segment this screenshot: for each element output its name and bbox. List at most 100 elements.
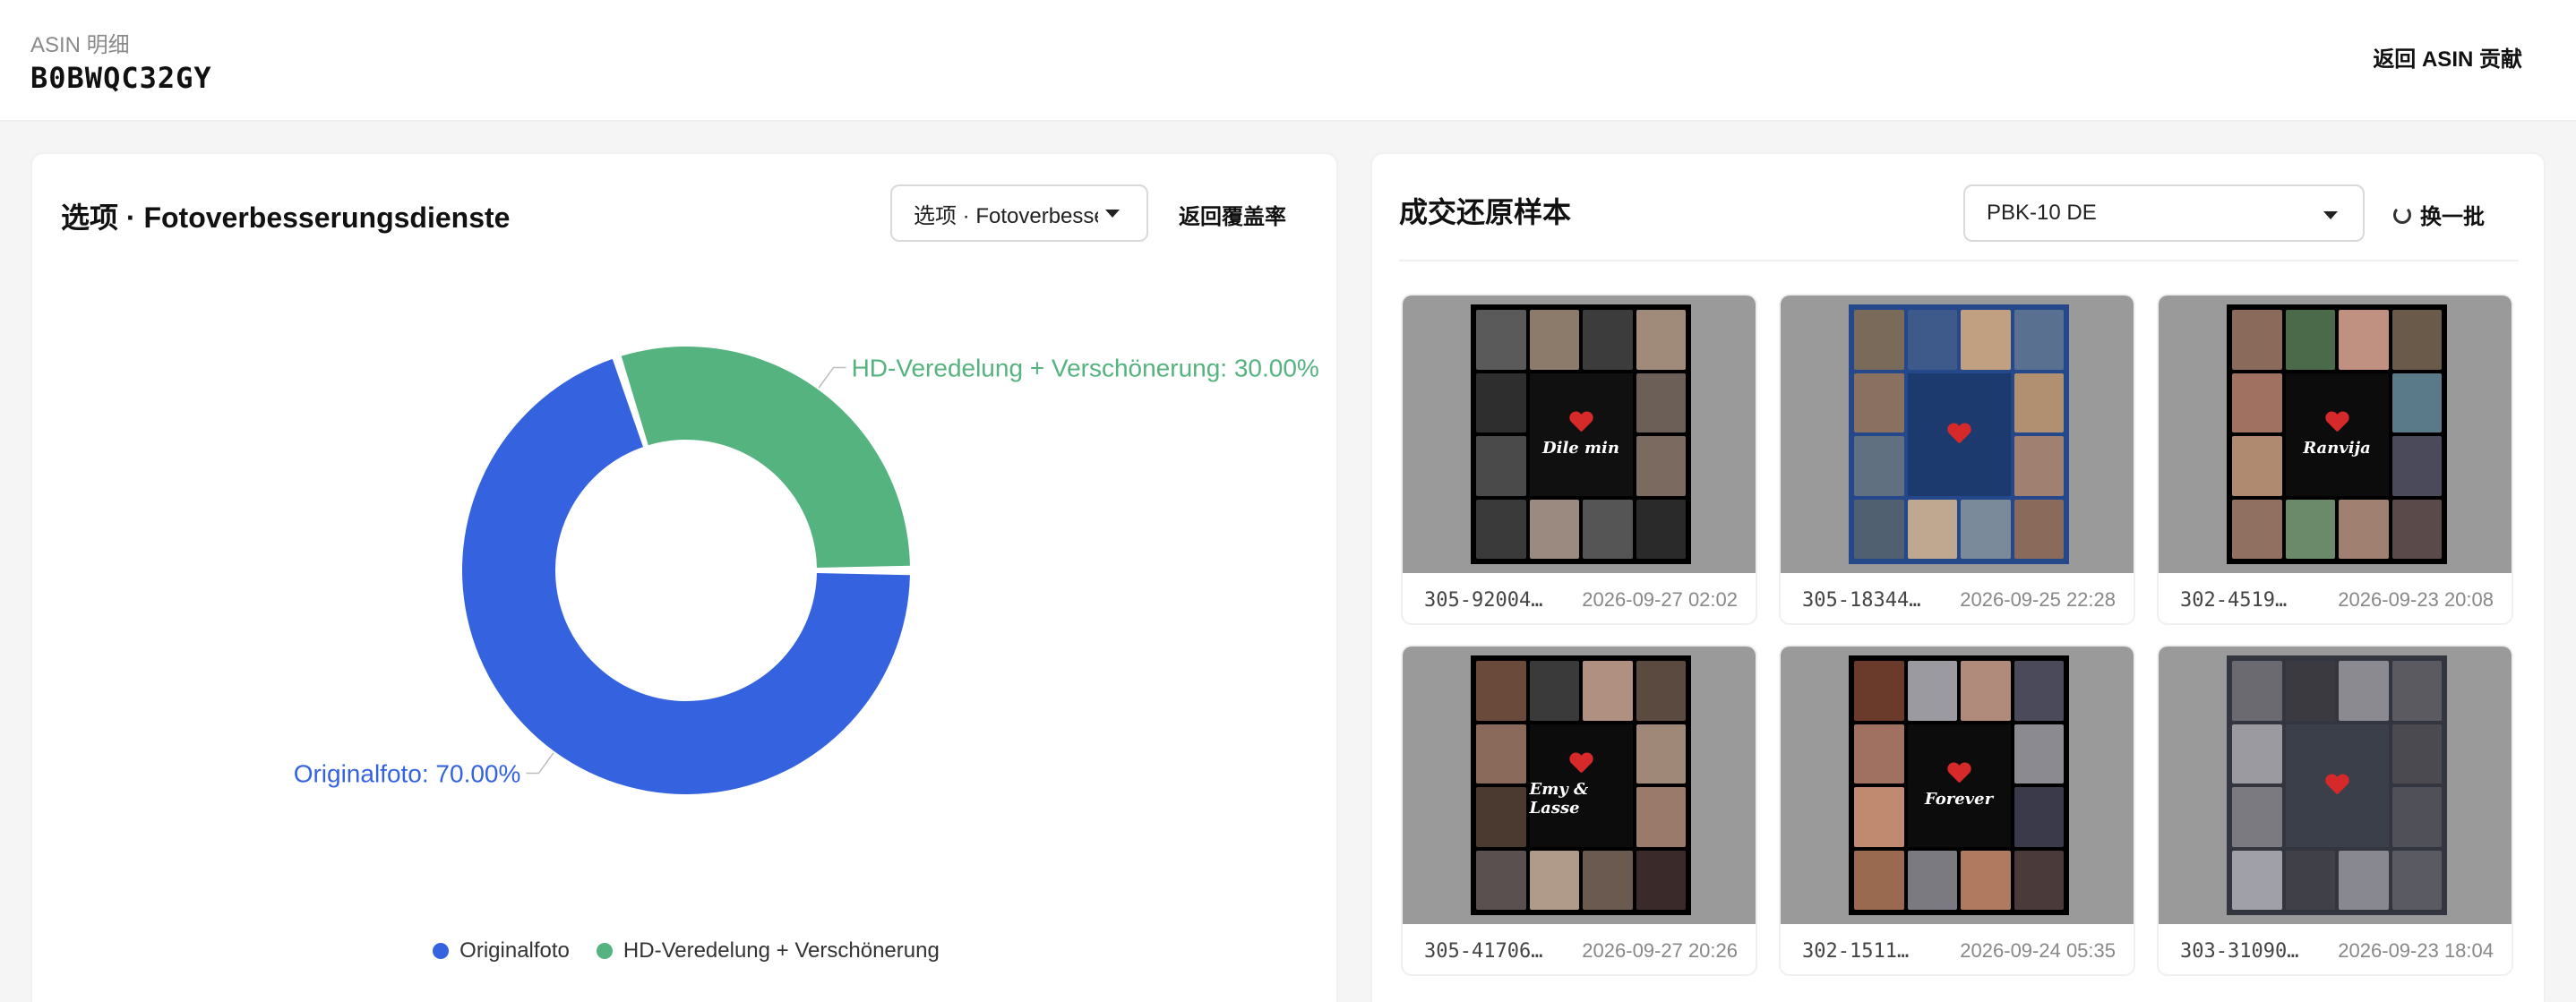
collage-photo: [1529, 850, 1579, 910]
page-title: B0BWQC32GY: [30, 61, 212, 95]
collage-photo: [1636, 787, 1686, 847]
collage-photo: [1854, 661, 1904, 721]
refresh-batch-button[interactable]: 换一批: [2393, 199, 2485, 230]
sample-card-item[interactable]: Forever 302-1511… 2026-09-24 05:35: [1779, 645, 2135, 976]
sample-meta: 305-18344… 2026-09-25 22:28: [1781, 578, 2134, 621]
collage-photo: [2391, 373, 2442, 432]
collage-photo: [2391, 724, 2442, 784]
collage-photo: [1907, 850, 1957, 910]
collage-photo: [1961, 499, 2011, 559]
legend-label: Originalfoto: [459, 938, 570, 963]
collage-photo: [2014, 724, 2064, 784]
collage-photo: [1476, 850, 1526, 910]
heart-icon: [1569, 412, 1593, 433]
collage-photo: [1583, 310, 1633, 370]
page-header: ASIN 明细 B0BWQC32GY 返回 ASIN 贡献: [0, 0, 2576, 122]
collage-photo: [1583, 661, 1633, 721]
collage-photo: [2232, 436, 2282, 496]
collage-photo: [2014, 661, 2064, 721]
collage-photo: [2391, 499, 2442, 559]
photo-collage-image: Dile min: [1471, 304, 1691, 564]
collage-photo: [1476, 499, 1526, 559]
legend-item[interactable]: HD-Veredelung + Verschönerung: [596, 938, 940, 963]
collage-center: Forever: [1907, 724, 2011, 847]
heart-icon: [2325, 775, 2348, 796]
sample-meta: 303-31090… 2026-09-23 18:04: [2159, 929, 2512, 972]
option-distribution-card: 选项 · Fotoverbesserungsdienste 选项 · Fotov…: [30, 152, 1338, 1002]
sample-card-item[interactable]: Ranvija 302-4519… 2026-09-23 20:08: [2157, 294, 2513, 625]
sample-thumbnail: Forever: [1781, 647, 2134, 924]
collage-photo: [2014, 850, 2064, 910]
heart-icon: [1947, 424, 1971, 445]
sample-meta: 305-92004… 2026-09-27 02:02: [1403, 578, 1756, 621]
collage-photo: [2014, 436, 2064, 496]
collage-name-text: Dile min: [1542, 438, 1619, 458]
donut-chart: Originalfoto: 70.00% HD-Veredelung + Vers…: [294, 347, 1319, 794]
collage-photo: [2014, 373, 2064, 432]
refresh-batch-label: 换一批: [2420, 205, 2485, 229]
collage-photo: [2339, 661, 2389, 721]
heart-icon: [1947, 763, 1971, 784]
sample-thumbnail: Emy & Lasse: [1403, 647, 1756, 924]
collage-photo: [1636, 499, 1686, 559]
sample-card: 成交还原样本 PBK-10 DE 换一批 Dile min 305-92004… 2…: [1370, 152, 2546, 1002]
collage-photo: [1636, 724, 1686, 784]
sample-card-item[interactable]: 303-31090… 2026-09-23 18:04: [2157, 645, 2513, 976]
collage-photo: [2285, 499, 2335, 559]
legend-item[interactable]: Originalfoto: [433, 938, 570, 963]
order-time: 2026-09-27 02:02: [1582, 588, 1738, 611]
label-leader-line-1: [818, 366, 846, 389]
sample-card-item[interactable]: Dile min 305-92004… 2026-09-27 02:02: [1401, 294, 1757, 625]
collage-photo: [2391, 661, 2442, 721]
order-time: 2026-09-24 05:35: [1960, 939, 2116, 962]
chart-legend: Originalfoto HD-Veredelung + Verschönerun…: [32, 938, 1340, 963]
collage-photo: [2391, 310, 2442, 370]
refresh-icon: [2393, 205, 2411, 224]
legend-dot-icon: [596, 943, 613, 959]
collage-photo: [2014, 499, 2064, 559]
collage-photo: [1854, 850, 1904, 910]
collage-photo: [1476, 373, 1526, 432]
collage-center: [1907, 373, 2011, 496]
collage-photo: [2391, 436, 2442, 496]
order-id: 303-31090…: [2180, 939, 2299, 963]
collage-photo: [2285, 310, 2335, 370]
collage-photo: [1476, 661, 1526, 721]
collage-photo: [2232, 373, 2282, 432]
order-id: 305-18344…: [1802, 588, 1921, 612]
order-time: 2026-09-25 22:28: [1960, 588, 2116, 611]
collage-name-text: Forever: [1924, 789, 1994, 809]
collage-photo: [1961, 310, 2011, 370]
heart-icon: [2325, 412, 2348, 433]
back-to-asin-contribution-button[interactable]: 返回 ASIN 贡献: [2373, 41, 2522, 73]
product-select[interactable]: PBK-10 DE: [1963, 184, 2365, 242]
collage-name-text: Emy & Lasse: [1529, 780, 1589, 818]
collage-photo: [2014, 787, 2064, 847]
collage-photo: [1476, 310, 1526, 370]
collage-photo: [2232, 850, 2282, 910]
collage-photo: [1529, 310, 1579, 370]
sample-card-item[interactable]: Emy & Lasse 305-41706… 2026-09-27 20:26: [1401, 645, 1757, 976]
order-id: 305-92004…: [1424, 588, 1543, 612]
photo-collage-image: Forever: [1849, 655, 2069, 915]
collage-photo: [1583, 499, 1633, 559]
sample-card-item[interactable]: 305-18344… 2026-09-25 22:28: [1779, 294, 2135, 625]
photo-collage-image: [1849, 304, 2069, 564]
photo-collage-image: Ranvija: [2227, 304, 2447, 564]
sample-meta: 305-41706… 2026-09-27 20:26: [1403, 929, 1756, 972]
collage-center: Emy & Lasse: [1529, 724, 1633, 847]
collage-photo: [1476, 724, 1526, 784]
breadcrumb: ASIN 明细: [30, 33, 130, 57]
collage-center: [2285, 724, 2389, 847]
collage-photo: [1476, 436, 1526, 496]
card-title: 成交还原样本: [1399, 196, 1572, 228]
collage-name-text: Ranvija: [2303, 438, 2371, 458]
photo-collage-image: [2227, 655, 2447, 915]
collage-center: Dile min: [1529, 373, 1633, 496]
collage-center: Ranvija: [2285, 373, 2389, 496]
collage-photo: [1854, 310, 1904, 370]
collage-photo: [1529, 661, 1579, 721]
collage-photo: [1854, 499, 1904, 559]
data-label-0: Originalfoto: 70.00%: [294, 760, 521, 788]
legend-dot-icon: [433, 943, 450, 959]
